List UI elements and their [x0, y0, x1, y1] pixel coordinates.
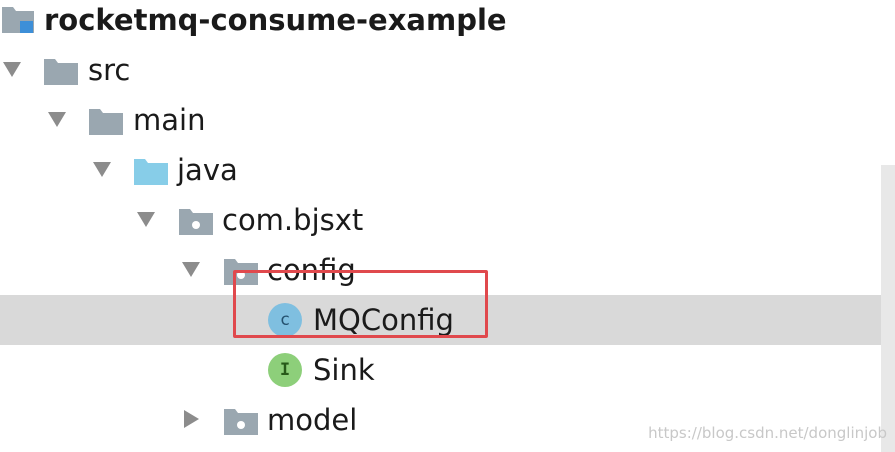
tree-node-label: Sink [313, 353, 375, 387]
project-tree: rocketmq-consume-example src main java c… [0, 0, 895, 452]
tree-row-src[interactable]: src [0, 45, 895, 95]
tree-node-label: src [88, 53, 131, 87]
scrollbar[interactable] [881, 165, 895, 452]
source-root-folder-icon [134, 159, 168, 185]
tree-node-label: java [177, 153, 238, 187]
tree-row-main[interactable]: main [0, 95, 895, 145]
module-folder-icon [2, 7, 34, 33]
tree-row-com-bjsxt[interactable]: com.bjsxt [0, 195, 895, 245]
expand-arrow-icon[interactable] [180, 258, 202, 280]
package-icon [224, 409, 258, 435]
expand-arrow-icon[interactable] [135, 208, 157, 230]
watermark: https://blog.csdn.net/donglinjob [648, 424, 887, 442]
tree-node-label: main [133, 103, 206, 137]
expand-arrow-icon[interactable] [1, 58, 23, 80]
tree-node-label: com.bjsxt [222, 203, 364, 237]
package-icon [179, 209, 213, 235]
tree-row-sink[interactable]: I Sink [0, 345, 895, 395]
tree-node-label: model [267, 403, 358, 437]
folder-icon [44, 59, 78, 85]
expand-arrow-icon[interactable] [46, 108, 68, 130]
interface-icon: I [268, 353, 302, 387]
expand-arrow-icon[interactable] [91, 158, 113, 180]
tree-row-java[interactable]: java [0, 145, 895, 195]
folder-icon [89, 109, 123, 135]
highlight-box [233, 270, 488, 338]
tree-row-root[interactable]: rocketmq-consume-example [0, 0, 895, 45]
collapsed-arrow-icon[interactable] [180, 408, 202, 430]
tree-root-label: rocketmq-consume-example [44, 3, 507, 37]
